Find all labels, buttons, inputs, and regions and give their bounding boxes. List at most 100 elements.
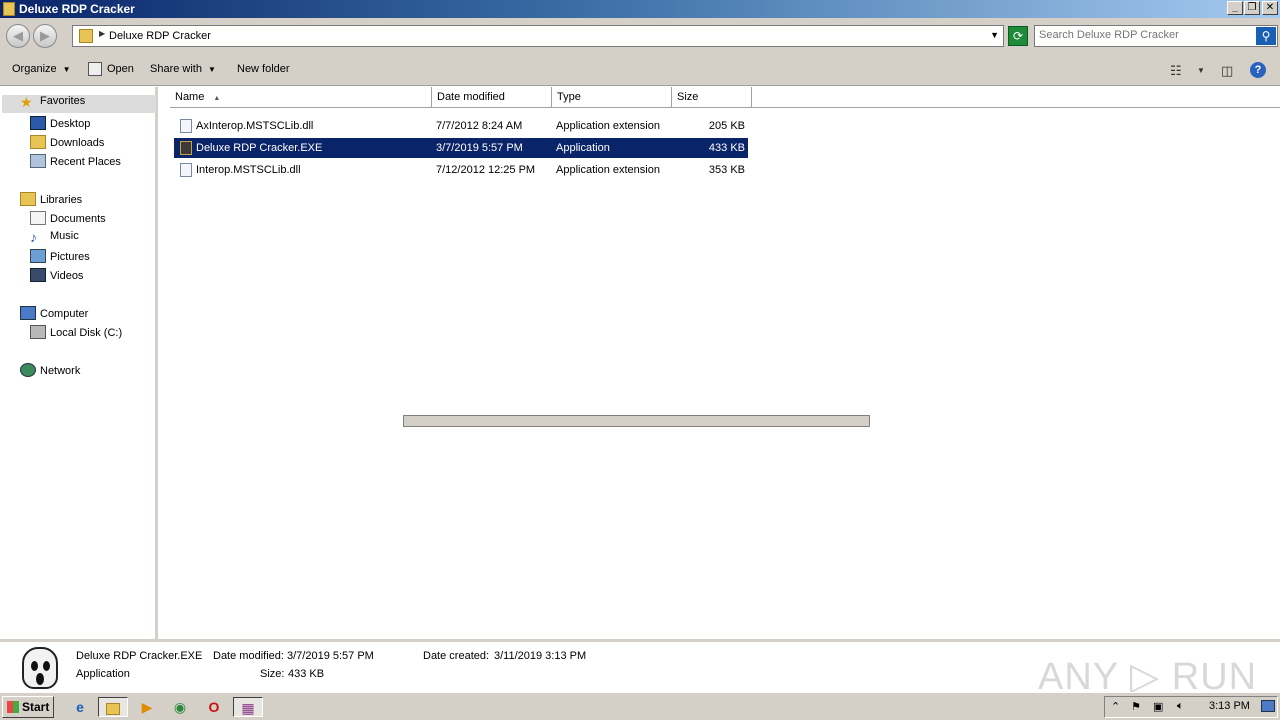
file-row[interactable]: Deluxe RDP Cracker.EXE 3/7/2019 5:57 PM … <box>174 138 748 158</box>
close-button[interactable]: ✕ <box>1262 1 1278 15</box>
nav-network[interactable]: Network <box>20 363 80 381</box>
nav-documents[interactable]: Documents <box>30 211 106 229</box>
opera-icon[interactable]: O <box>203 697 225 717</box>
nav-videos-label: Videos <box>50 270 84 282</box>
media-player-icon[interactable]: ▶ <box>136 697 158 717</box>
search-icon[interactable]: ⚲ <box>1256 27 1276 45</box>
show-desktop-icon[interactable] <box>1261 700 1275 712</box>
scream-mask-icon <box>180 141 192 155</box>
details-size: 433 KB <box>288 668 325 680</box>
nav-downloads[interactable]: Downloads <box>30 135 104 153</box>
share-with-label: Share with <box>150 63 202 75</box>
chevron-right-icon[interactable]: ▶ <box>99 29 105 38</box>
breadcrumb[interactable]: Deluxe RDP Cracker <box>109 30 211 42</box>
chevron-up-icon[interactable]: ⌃ <box>1111 700 1120 713</box>
dll-file-icon <box>180 163 192 177</box>
details-date-modified: 3/7/2019 5:57 PM <box>287 650 374 662</box>
mask-mouth <box>36 673 44 685</box>
file-row[interactable]: AxInterop.MSTSCLib.dll 7/7/2012 8:24 AM … <box>174 116 748 136</box>
column-header-type[interactable]: Type <box>552 87 672 108</box>
nav-videos[interactable]: Videos <box>30 268 83 286</box>
share-with-button[interactable]: Share with ▼ <box>150 63 216 75</box>
column-header-name[interactable]: Name ▲ <box>170 87 432 108</box>
navigation-pane: ★ Favorites Desktop Downloads Recent Plac… <box>0 87 158 639</box>
file-name: Interop.MSTSCLib.dll <box>196 164 301 176</box>
sort-up-icon: ▲ <box>213 95 221 102</box>
nav-network-label: Network <box>40 365 81 377</box>
chevron-down-icon: ▼ <box>207 65 216 74</box>
pictures-icon <box>30 249 46 263</box>
minimize-button[interactable]: _ <box>1227 1 1243 15</box>
details-date-created: 3/11/2019 3:13 PM <box>494 650 587 662</box>
details-size-label: Size: <box>260 668 285 680</box>
nav-recent-places-label: Recent Places <box>50 156 121 168</box>
nav-recent-places[interactable]: Recent Places <box>30 154 121 172</box>
mask-eye <box>43 661 50 671</box>
nav-desktop-label: Desktop <box>50 118 91 130</box>
videos-icon <box>30 268 46 282</box>
recent-places-icon <box>30 154 46 168</box>
nav-libraries[interactable]: Libraries <box>20 192 82 210</box>
column-header-size[interactable]: Size <box>672 87 752 108</box>
nav-downloads-label: Downloads <box>50 137 105 149</box>
file-row[interactable]: Interop.MSTSCLib.dll 7/12/2012 12:25 PM … <box>174 160 748 180</box>
column-header-date-modified[interactable]: Date modified <box>432 87 552 108</box>
nav-documents-label: Documents <box>50 213 106 225</box>
folder-icon <box>79 29 93 43</box>
help-icon[interactable]: ? <box>1250 62 1266 78</box>
restore-button[interactable]: ❐ <box>1244 1 1260 15</box>
desktop-icon <box>30 116 46 130</box>
column-name-label: Name <box>175 91 205 103</box>
winrar-icon[interactable]: ▦ <box>233 697 263 717</box>
file-size: 353 KB <box>708 164 745 176</box>
nav-computer[interactable]: Computer <box>20 306 88 324</box>
file-date: 7/12/2012 12:25 PM <box>436 164 536 176</box>
network-status-icon[interactable]: ▣ <box>1153 700 1163 713</box>
file-date: 7/7/2012 8:24 AM <box>436 120 523 132</box>
back-button[interactable]: ◀ <box>6 24 30 48</box>
nav-local-disk[interactable]: Local Disk (C:) <box>30 325 122 343</box>
folder-icon <box>3 2 15 16</box>
file-date: 3/7/2019 5:57 PM <box>436 142 523 154</box>
clock[interactable]: 3:13 PM <box>1209 700 1250 712</box>
search-input[interactable] <box>1039 29 1249 41</box>
details-type: Application <box>76 668 130 680</box>
file-type: Application extension <box>556 164 660 176</box>
explorer-taskbar-button[interactable] <box>98 697 128 717</box>
chevron-down-icon[interactable]: ▼ <box>990 30 999 40</box>
open-button[interactable]: Open <box>107 63 134 75</box>
nav-favorites-label: Favorites <box>40 95 86 107</box>
documents-icon <box>30 211 46 225</box>
start-button[interactable]: Start <box>2 696 54 718</box>
command-bar: Organize ▼ Open Share with ▼ New folder ☷ … <box>0 54 1280 86</box>
action-center-flag-icon[interactable]: ⚑ <box>1131 700 1141 713</box>
chevron-down-icon[interactable]: ▼ <box>1197 66 1205 75</box>
chevron-down-icon: ▼ <box>62 65 71 74</box>
file-name: AxInterop.MSTSCLib.dll <box>196 120 314 132</box>
view-options-icon[interactable]: ☷ <box>1170 63 1182 79</box>
nav-favorites[interactable]: ★ Favorites <box>2 95 156 113</box>
nav-pictures[interactable]: Pictures <box>30 249 90 267</box>
file-type: Application <box>556 142 610 154</box>
title-bar: Deluxe RDP Cracker _ ❐ ✕ <box>0 0 1280 18</box>
file-name: Deluxe RDP Cracker.EXE <box>196 142 323 154</box>
file-size: 205 KB <box>708 120 745 132</box>
details-filename: Deluxe RDP Cracker.EXE <box>76 650 203 662</box>
forward-button[interactable]: ▶ <box>33 24 57 48</box>
nav-desktop[interactable]: Desktop <box>30 116 90 134</box>
search-box[interactable]: ⚲ <box>1034 25 1278 47</box>
preview-pane-icon[interactable]: ◫ <box>1221 63 1233 79</box>
dll-file-icon <box>180 119 192 133</box>
star-icon: ★ <box>20 94 33 110</box>
chrome-icon[interactable]: ◉ <box>169 697 191 717</box>
scream-mask-icon <box>22 647 58 689</box>
horizontal-scrollbar[interactable] <box>403 415 870 427</box>
internet-explorer-icon[interactable]: e <box>69 697 91 717</box>
volume-icon[interactable]: 🔈︎ <box>1177 700 1184 713</box>
nav-music[interactable]: ♪ Music <box>30 230 79 248</box>
nav-pictures-label: Pictures <box>50 251 90 263</box>
refresh-button[interactable]: ⟳ <box>1008 26 1028 46</box>
organize-button[interactable]: Organize ▼ <box>12 63 71 75</box>
address-bar[interactable]: ▶ Deluxe RDP Cracker ▼ <box>72 25 1004 47</box>
new-folder-button[interactable]: New folder <box>237 63 290 75</box>
